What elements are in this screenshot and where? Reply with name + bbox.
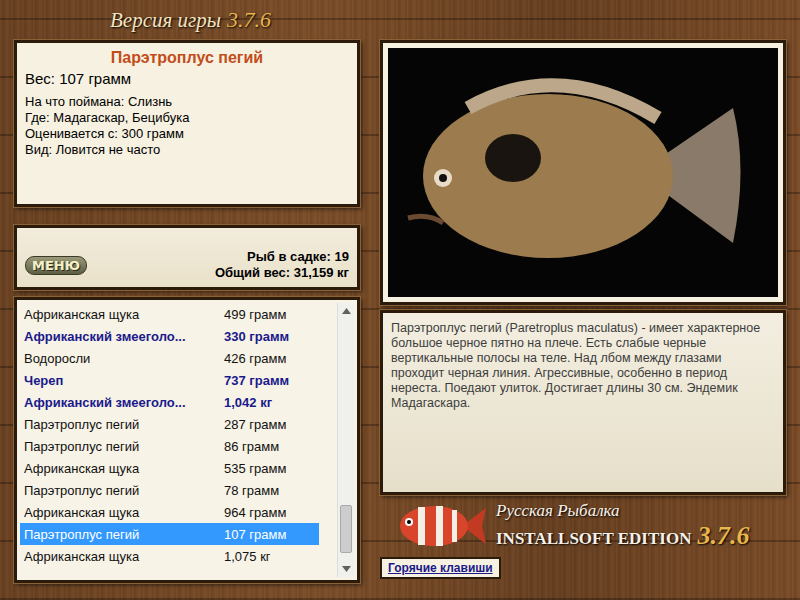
catch-name: Африканская щука — [24, 549, 224, 564]
catch-weight: 1,042 кг — [224, 395, 272, 410]
total-weight: Общий вес: 31,159 кг — [215, 265, 349, 281]
catch-weight: 107 грамм — [224, 527, 286, 542]
fish-count: Рыб в садке: 19 — [215, 249, 349, 265]
bottom-bar: Горячие клавиши — [380, 557, 786, 582]
scroll-thumb[interactable] — [340, 505, 352, 553]
catch-weight: 499 грамм — [224, 307, 286, 322]
catch-row-content: Парэтроплус пегий78 грамм — [24, 483, 279, 498]
left-column: Парэтроплус пегий Вес: 107 грамм На что по… — [14, 40, 360, 600]
fish-card: Парэтроплус пегий Вес: 107 грамм На что по… — [14, 40, 360, 207]
keepnet-panel: МЕНЮ Рыб в садке: 19Общий вес: 31,159 кг — [14, 225, 360, 290]
catch-row[interactable]: Водоросли426 грамм — [20, 347, 337, 369]
arrow-up-icon — [342, 308, 351, 314]
catch-row-content: Парэтроплус пегий107 грамм — [24, 527, 286, 542]
catch-weight: 426 грамм — [224, 351, 286, 366]
catch-row-content: Водоросли426 грамм — [24, 351, 286, 366]
catch-row[interactable]: Парэтроплус пегий287 грамм — [20, 413, 337, 435]
fish-description: Парэтроплус пегий (Paretroplus maculatus… — [391, 321, 775, 411]
header: Версия игры3.7.6 — [14, 0, 786, 40]
catch-name: Африканская щука — [24, 307, 224, 322]
catch-list: Африканская щука499 граммАфриканский зме… — [14, 297, 360, 583]
catch-row-content: Африканский змееголо...1,042 кг — [24, 395, 272, 410]
catch-rows: Африканская щука499 граммАфриканский зме… — [20, 303, 337, 577]
catch-name: Африканская щука — [24, 505, 224, 520]
catch-name: Парэтроплус пегий — [24, 483, 224, 498]
fish-detail: Где: Мадагаскар, Бецибука — [25, 110, 349, 126]
catch-weight: 78 грамм — [224, 483, 279, 498]
catch-weight: 737 грамм — [224, 373, 289, 388]
fish-weight: Вес: 107 грамм — [25, 70, 349, 87]
catch-weight: 287 грамм — [224, 417, 286, 432]
catch-weight: 86 грамм — [224, 439, 279, 454]
catch-row[interactable]: Парэтроплус пегий107 грамм — [20, 523, 319, 545]
photo-frame — [380, 40, 786, 305]
catch-row-content: Африканский змееголо...330 грамм — [24, 329, 289, 344]
catch-weight: 1,075 кг — [224, 549, 271, 564]
catch-row-content: Африканская щука964 грамм — [24, 505, 286, 520]
scroll-track — [338, 319, 354, 561]
catch-row-content: Череп737 грамм — [24, 373, 289, 388]
catch-weight: 535 грамм — [224, 461, 286, 476]
catch-name: Африканский змееголо... — [24, 395, 224, 410]
catch-row[interactable]: Африканская щука1,075 кг — [20, 545, 337, 567]
logo-version: 3.7.6 — [697, 521, 749, 550]
catch-row-content: Африканская щука499 грамм — [24, 307, 286, 322]
fish-detail: Вид: Ловится не часто — [25, 142, 349, 158]
fish-detail: На что поймана: Слизнь — [25, 94, 349, 110]
catch-row[interactable]: Африканская щука535 грамм — [20, 457, 337, 479]
catch-name: Череп — [24, 373, 224, 388]
fish-detail: Оценивается с: 300 грамм — [25, 126, 349, 142]
catch-name: Парэтроплус пегий — [24, 527, 224, 542]
main-columns: Парэтроплус пегий Вес: 107 грамм На что по… — [14, 40, 786, 600]
catch-row[interactable]: Африканский змееголо...1,042 кг — [20, 391, 337, 413]
scrollbar[interactable] — [337, 303, 354, 577]
logo-edition-line: INSTALLSOFT EDITION 3.7.6 — [496, 521, 749, 551]
hotkeys-button[interactable]: Горячие клавиши — [380, 557, 501, 579]
version-number: 3.7.6 — [227, 7, 271, 32]
catch-row[interactable]: Парэтроплус пегий86 грамм — [20, 435, 337, 457]
catch-row-content: Парэтроплус пегий287 грамм — [24, 417, 286, 432]
catch-name: Водоросли — [24, 351, 224, 366]
logo-edition: INSTALLSOFT EDITION — [496, 529, 691, 548]
catch-row-content: Африканская щука1,075 кг — [24, 549, 271, 564]
version-title: Версия игры3.7.6 — [110, 7, 271, 33]
catch-weight: 964 грамм — [224, 505, 286, 520]
catch-name: Парэтроплус пегий — [24, 417, 224, 432]
fish-photo — [388, 48, 778, 297]
catch-row[interactable]: Африканский змееголо...330 грамм — [20, 325, 337, 347]
description-panel: Парэтроплус пегий (Paretroplus maculatus… — [380, 310, 786, 495]
catch-row-content: Парэтроплус пегий86 грамм — [24, 439, 279, 454]
scroll-up-icon[interactable] — [338, 303, 354, 319]
version-label: Версия игры — [110, 8, 221, 32]
catch-row[interactable]: Африканская щука964 грамм — [20, 501, 337, 523]
game-logo: Русская Рыбалка INSTALLSOFT EDITION 3.7.6 — [380, 495, 786, 557]
right-column: Парэтроплус пегий (Paretroplus maculatus… — [380, 40, 786, 600]
catch-name: Африканская щука — [24, 461, 224, 476]
catch-row[interactable]: Череп737 грамм — [20, 369, 337, 391]
arrow-down-icon — [342, 566, 351, 572]
fish-name: Парэтроплус пегий — [25, 49, 349, 67]
catch-name: Африканский змееголо... — [24, 329, 224, 344]
keepnet-counts: Рыб в садке: 19Общий вес: 31,159 кг — [215, 249, 349, 281]
catch-weight: 330 грамм — [224, 329, 289, 344]
logo-text: Русская Рыбалка INSTALLSOFT EDITION 3.7.6 — [496, 501, 749, 551]
fish-logo-icon — [392, 496, 488, 556]
menu-button[interactable]: МЕНЮ — [25, 256, 87, 275]
catch-name: Парэтроплус пегий — [24, 439, 224, 454]
catch-row[interactable]: Парэтроплус пегий78 грамм — [20, 479, 337, 501]
scroll-down-icon[interactable] — [338, 561, 354, 577]
logo-title: Русская Рыбалка — [496, 501, 749, 521]
catch-row-content: Африканская щука535 грамм — [24, 461, 286, 476]
fish-photo-icon — [388, 48, 760, 303]
catch-row[interactable]: Африканская щука499 грамм — [20, 303, 337, 325]
